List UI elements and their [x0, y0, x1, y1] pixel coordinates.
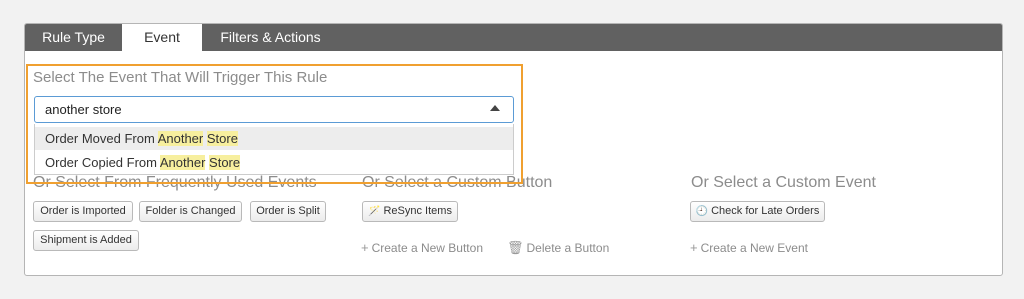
check-late-orders-button[interactable]: 🕘 Check for Late Orders: [690, 201, 825, 222]
order-split-button[interactable]: Order is Split: [250, 201, 326, 222]
magic-wand-icon: 🪄: [368, 206, 381, 217]
resync-items-button[interactable]: 🪄 ReSync Items: [362, 201, 458, 222]
trash-icon: 🗑: [507, 240, 524, 255]
frequent-events-label: Or Select From Frequently Used Events: [33, 174, 317, 191]
shipment-added-button[interactable]: Shipment is Added: [33, 230, 139, 251]
option-match: Store: [206, 131, 238, 146]
dropdown-option[interactable]: Order Moved From Another Store: [35, 127, 513, 150]
create-button-link[interactable]: + Create a New Button: [361, 240, 483, 255]
event-select-label: Select The Event That Will Trigger This …: [33, 69, 328, 86]
check-late-orders-label: Check for Late Orders: [711, 205, 820, 217]
clock-icon: 🕘: [695, 206, 709, 217]
plus-icon: +: [361, 240, 369, 255]
plus-icon: +: [690, 240, 698, 255]
create-button-label: Create a New Button: [371, 241, 483, 255]
custom-button-label: Or Select a Custom Button: [362, 174, 553, 191]
create-event-label: Create a New Event: [700, 241, 808, 255]
resync-items-label: ReSync Items: [383, 205, 452, 217]
dropdown-option[interactable]: Order Copied From Another Store: [35, 151, 513, 174]
tab-bar: Rule Type Event Filters & Actions: [25, 24, 1002, 51]
option-match: Another: [157, 131, 204, 146]
tab-event[interactable]: Event: [122, 24, 202, 51]
custom-event-label: Or Select a Custom Event: [691, 174, 876, 191]
tab-rule-type[interactable]: Rule Type: [25, 24, 122, 51]
option-text: Order Moved From: [45, 131, 158, 146]
delete-button-link[interactable]: 🗑 Delete a Button: [507, 240, 609, 256]
create-event-link[interactable]: + Create a New Event: [690, 240, 808, 255]
caret-up-icon[interactable]: [490, 105, 500, 111]
order-imported-button[interactable]: Order is Imported: [33, 201, 133, 222]
option-match: Another: [159, 155, 206, 170]
event-select[interactable]: [34, 96, 514, 123]
option-text: Order Copied From: [45, 155, 160, 170]
option-match: Store: [209, 155, 241, 170]
tab-filters-actions[interactable]: Filters & Actions: [202, 24, 339, 51]
folder-changed-button[interactable]: Folder is Changed: [139, 201, 242, 222]
event-dropdown: Order Moved From Another Store Order Cop…: [34, 124, 514, 175]
event-search-input[interactable]: [45, 102, 445, 117]
delete-button-label: Delete a Button: [526, 241, 610, 255]
